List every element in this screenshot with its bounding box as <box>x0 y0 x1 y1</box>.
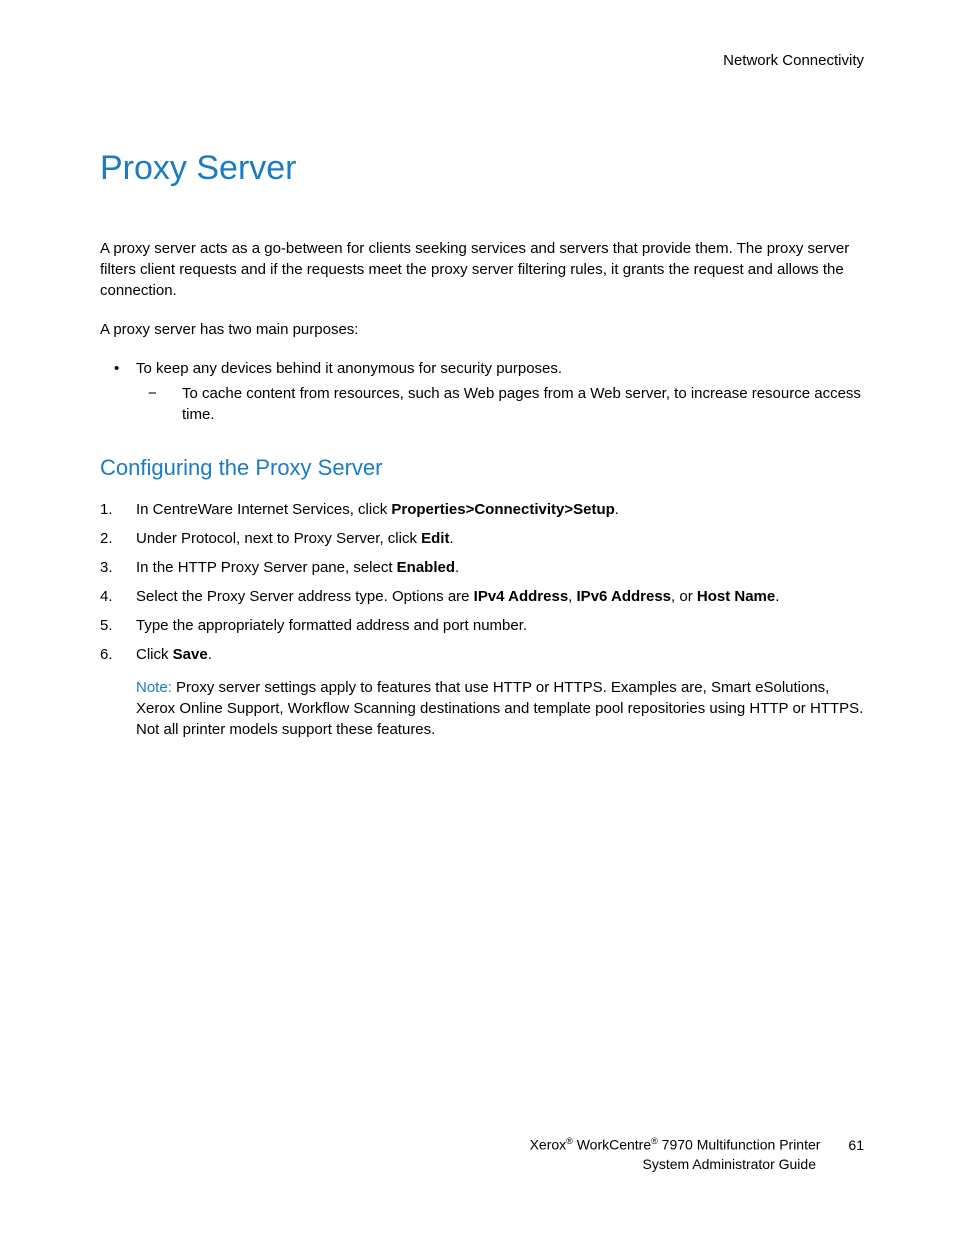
note-block: Note: Proxy server settings apply to fea… <box>136 677 864 740</box>
step-number: 2. <box>100 528 136 549</box>
step-text: Under Protocol, next to Proxy Server, cl… <box>136 528 864 549</box>
header-section-label: Network Connectivity <box>100 52 864 69</box>
page-number: 61 <box>848 1136 864 1156</box>
note-label: Note: <box>136 679 172 696</box>
dash-icon: − <box>148 383 182 425</box>
list-item: 3. In the HTTP Proxy Server pane, select… <box>100 557 864 578</box>
list-item: 6. Click Save. <box>100 644 864 665</box>
section-subtitle: Configuring the Proxy Server <box>100 455 864 481</box>
list-item: 4. Select the Proxy Server address type.… <box>100 586 864 607</box>
footer-line-1: Xerox® WorkCentre® 7970 Multifunction Pr… <box>530 1135 864 1155</box>
bullet-text: To keep any devices behind it anonymous … <box>136 358 864 379</box>
list-item: 2. Under Protocol, next to Proxy Server,… <box>100 528 864 549</box>
registered-icon: ® <box>566 1136 573 1146</box>
footer-line-2: System Administrator Guide <box>530 1155 864 1175</box>
step-number: 4. <box>100 586 136 607</box>
intro-paragraph: A proxy server acts as a go-between for … <box>100 238 864 301</box>
list-item: − To cache content from resources, such … <box>148 383 864 425</box>
page-footer: Xerox® WorkCentre® 7970 Multifunction Pr… <box>530 1135 864 1175</box>
list-item: 5. Type the appropriately formatted addr… <box>100 615 864 636</box>
step-number: 5. <box>100 615 136 636</box>
registered-icon: ® <box>651 1136 658 1146</box>
step-number: 1. <box>100 499 136 520</box>
note-text: Proxy server settings apply to features … <box>136 679 863 738</box>
page-title: Proxy Server <box>100 149 864 188</box>
bullet-list: • To keep any devices behind it anonymou… <box>108 358 864 425</box>
step-number: 6. <box>100 644 136 665</box>
step-text: Click Save. <box>136 644 864 665</box>
numbered-list: 1. In CentreWare Internet Services, clic… <box>100 499 864 665</box>
sub-bullet-text: To cache content from resources, such as… <box>182 383 864 425</box>
list-item: • To keep any devices behind it anonymou… <box>108 358 864 379</box>
step-text: Type the appropriately formatted address… <box>136 615 864 636</box>
step-text: In the HTTP Proxy Server pane, select En… <box>136 557 864 578</box>
step-number: 3. <box>100 557 136 578</box>
list-item: 1. In CentreWare Internet Services, clic… <box>100 499 864 520</box>
purposes-lead: A proxy server has two main purposes: <box>100 319 864 340</box>
step-text: Select the Proxy Server address type. Op… <box>136 586 864 607</box>
bullet-icon: • <box>108 358 136 379</box>
step-text: In CentreWare Internet Services, click P… <box>136 499 864 520</box>
